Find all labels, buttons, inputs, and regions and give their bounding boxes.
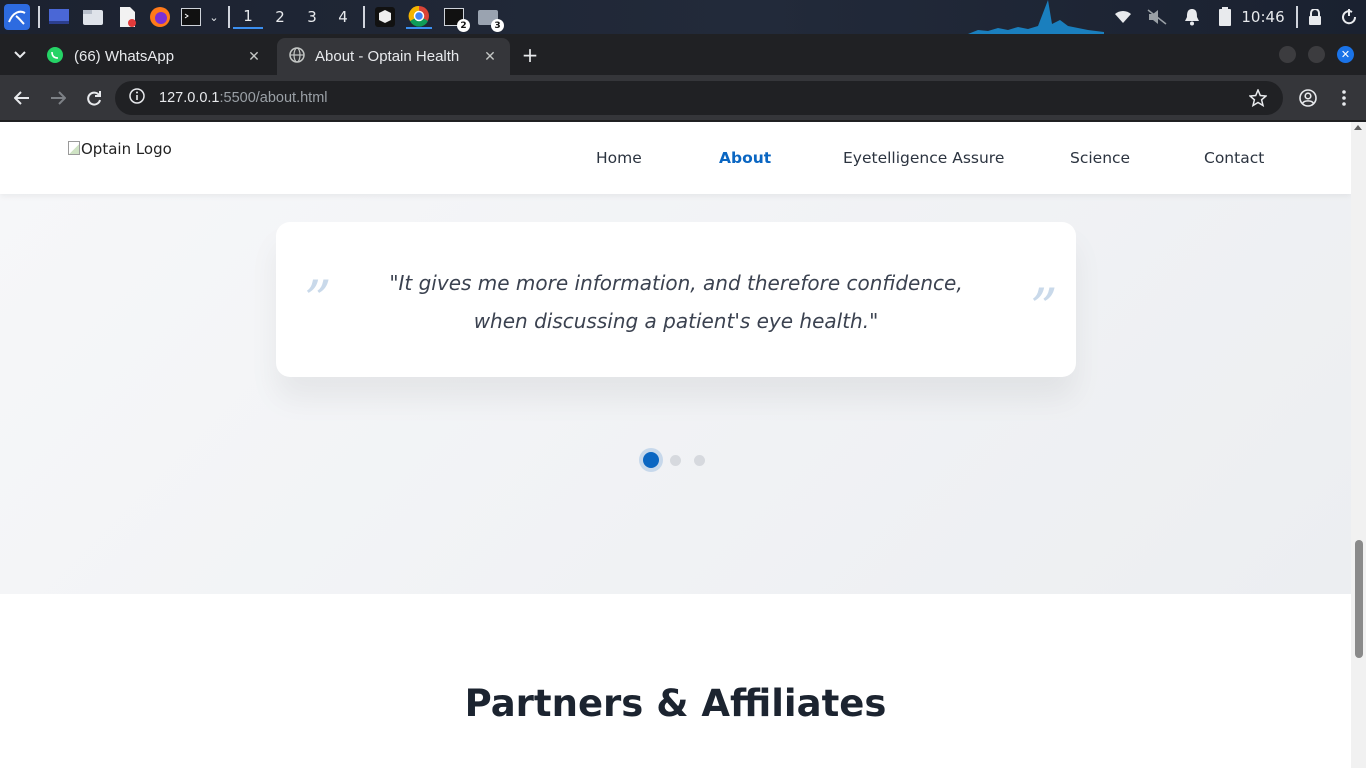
taskbar-divider xyxy=(38,6,40,28)
maximize-button[interactable] xyxy=(1308,46,1325,63)
nav-about[interactable]: About xyxy=(719,149,771,167)
text-editor-icon[interactable] xyxy=(115,5,139,29)
close-quote-icon: ” xyxy=(1030,277,1058,340)
terminal-icon[interactable] xyxy=(180,5,202,29)
whatsapp-icon xyxy=(46,46,64,68)
browser-toolbar: 127.0.0.1:5500/about.html xyxy=(0,75,1366,121)
testimonial-card: ” "It gives me more information, and the… xyxy=(276,222,1076,377)
lock-icon[interactable] xyxy=(1304,5,1326,29)
taskbar-divider xyxy=(363,6,365,28)
bookmark-star-icon[interactable] xyxy=(1246,86,1270,110)
partners-heading: Partners & Affiliates xyxy=(464,682,887,725)
reload-icon[interactable] xyxy=(82,86,106,110)
bell-icon[interactable] xyxy=(1181,5,1203,29)
page-viewport: Optain Logo Home About Eyetelligence Ass… xyxy=(0,122,1351,768)
tab-title: About - Optain Health xyxy=(315,48,460,65)
page-scrollbar[interactable] xyxy=(1351,122,1366,768)
chevron-down-icon[interactable]: ⌄ xyxy=(206,5,222,29)
kali-menu-icon[interactable] xyxy=(4,4,30,30)
carousel-dot-2[interactable] xyxy=(670,455,681,466)
window-count-badge: 2 xyxy=(457,19,470,32)
nav-science[interactable]: Science xyxy=(1070,149,1130,167)
os-taskbar: ⌄ 1 2 3 4 2 3 10:46 xyxy=(0,0,1366,34)
firefox-icon[interactable] xyxy=(148,5,172,29)
workspace-2[interactable]: 2 xyxy=(265,5,295,29)
tab-about[interactable]: About - Optain Health ✕ xyxy=(277,38,510,75)
window-count-badge: 3 xyxy=(491,19,504,32)
tab-search-icon[interactable] xyxy=(8,43,32,67)
carousel-dot-1[interactable] xyxy=(643,452,659,468)
wifi-icon[interactable] xyxy=(1112,5,1134,29)
folder-window-icon[interactable]: 3 xyxy=(476,5,504,32)
volume-muted-icon[interactable] xyxy=(1146,5,1168,29)
site-logo[interactable]: Optain Logo xyxy=(68,140,172,158)
forward-arrow-icon[interactable] xyxy=(46,86,70,110)
scroll-up-arrow-icon[interactable] xyxy=(1354,125,1362,130)
audio-visualizer xyxy=(968,0,1104,34)
terminal-window-icon[interactable]: 2 xyxy=(442,5,470,32)
taskbar-divider xyxy=(1296,6,1298,28)
address-bar[interactable]: 127.0.0.1:5500/about.html xyxy=(115,81,1283,115)
battery-icon[interactable] xyxy=(1214,5,1236,29)
close-window-icon[interactable]: ✕ xyxy=(1337,46,1354,63)
tab-whatsapp[interactable]: (66) WhatsApp ✕ xyxy=(34,38,274,75)
workspace-3[interactable]: 3 xyxy=(297,5,327,29)
close-tab-icon[interactable]: ✕ xyxy=(246,49,262,65)
workspace-4[interactable]: 4 xyxy=(328,5,358,29)
menu-kebab-icon[interactable] xyxy=(1332,86,1356,110)
testimonial-quote: "It gives me more information, and there… xyxy=(389,271,963,333)
close-tab-icon[interactable]: ✕ xyxy=(482,49,498,65)
file-manager-icon[interactable] xyxy=(81,5,105,29)
chrome-icon[interactable] xyxy=(406,5,432,29)
site-info-icon[interactable] xyxy=(129,88,145,108)
taskbar-divider xyxy=(228,6,230,28)
globe-icon xyxy=(289,46,305,67)
profile-icon[interactable] xyxy=(1296,86,1320,110)
open-quote-icon: ” xyxy=(304,269,332,332)
logo-alt-text: Optain Logo xyxy=(81,140,172,158)
nav-home[interactable]: Home xyxy=(596,149,642,167)
carousel-dot-3[interactable] xyxy=(694,455,705,466)
scrollbar-thumb[interactable] xyxy=(1355,540,1363,658)
testimonial-section: ” "It gives me more information, and the… xyxy=(0,194,1351,594)
carousel-pagination xyxy=(0,450,1351,470)
broken-image-icon xyxy=(68,141,80,155)
app-cube-icon[interactable] xyxy=(373,5,397,29)
nav-eyetelligence-assure[interactable]: Eyetelligence Assure xyxy=(843,149,1004,167)
tab-title: (66) WhatsApp xyxy=(74,48,175,65)
nav-contact[interactable]: Contact xyxy=(1204,149,1264,167)
power-icon[interactable] xyxy=(1338,5,1360,29)
site-header: Optain Logo Home About Eyetelligence Ass… xyxy=(0,122,1351,194)
new-tab-icon[interactable]: + xyxy=(518,43,542,67)
back-arrow-icon[interactable] xyxy=(10,86,34,110)
desktop-icon[interactable] xyxy=(47,5,71,29)
partners-section: Partners & Affiliates xyxy=(0,594,1351,768)
clock[interactable]: 10:46 xyxy=(1241,5,1284,29)
url-text: 127.0.0.1:5500/about.html xyxy=(159,90,328,106)
browser-tab-bar: (66) WhatsApp ✕ About - Optain Health ✕ … xyxy=(0,34,1366,75)
workspace-1[interactable]: 1 xyxy=(233,5,263,29)
minimize-button[interactable] xyxy=(1279,46,1296,63)
